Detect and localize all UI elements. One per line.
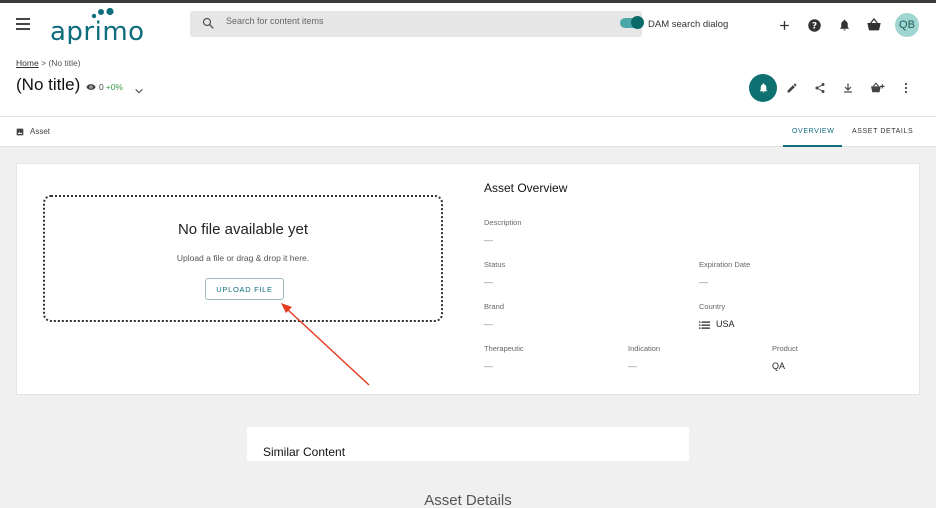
file-dropzone[interactable]: No file available yet Upload a file or d… — [43, 195, 443, 322]
svg-text:?: ? — [811, 21, 816, 31]
toggle-knob — [631, 16, 644, 29]
dropzone-subtitle: Upload a file or drag & drop it here. — [176, 253, 310, 263]
upload-file-button[interactable]: UPLOAD FILE — [205, 278, 284, 300]
tab-asset-details[interactable]: ASSET DETAILS — [852, 128, 913, 135]
expiration-date-value: — — [699, 277, 708, 287]
list-icon — [699, 321, 710, 329]
indication-label: Indication — [628, 344, 661, 353]
breadcrumb: Home > (No title) — [16, 58, 81, 68]
views-change: +0% — [105, 82, 123, 92]
breadcrumb-home-link[interactable]: Home — [16, 58, 39, 68]
breadcrumb-separator: > — [41, 58, 47, 68]
eye-icon — [86, 84, 96, 90]
more-vertical-icon[interactable] — [899, 81, 913, 95]
hamburger-menu-icon[interactable] — [16, 18, 30, 30]
indication-value: — — [628, 361, 637, 371]
dropzone-title: No file available yet — [177, 221, 309, 238]
add-to-basket-icon[interactable] — [869, 81, 885, 95]
chevron-down-icon[interactable] — [134, 82, 144, 100]
basket-icon[interactable] — [866, 17, 882, 33]
brand-label: Brand — [484, 302, 505, 311]
download-icon[interactable] — [841, 81, 855, 95]
country-value-wrap: USA — [699, 319, 735, 329]
status-value: — — [484, 277, 493, 287]
asset-type-text: Asset — [30, 127, 51, 136]
help-icon[interactable]: ? — [806, 17, 822, 33]
views-stat: 0 +0% — [86, 82, 123, 92]
dam-search-toggle-label: DAM search dialog — [648, 19, 729, 30]
therapeutic-value: — — [484, 361, 493, 371]
dam-search-toggle[interactable] — [620, 16, 644, 29]
similar-content-title: Similar Content — [263, 445, 346, 459]
top-bar: aprimo DAM search dialog ? QB — [0, 0, 936, 47]
image-icon — [16, 128, 24, 135]
aprimo-logo[interactable]: aprimo — [50, 7, 144, 47]
description-label: Description — [484, 218, 522, 227]
description-value: — — [484, 235, 493, 245]
asset-overview-title: Asset Overview — [484, 181, 568, 195]
user-avatar[interactable]: QB — [895, 13, 919, 37]
brand-value: — — [484, 319, 493, 329]
plus-icon[interactable] — [776, 17, 792, 33]
asset-details-title: Asset Details — [424, 492, 512, 508]
subscribe-bell-button[interactable] — [749, 74, 777, 102]
page-header: Home > (No title) (No title) 0 +0% — [0, 44, 936, 116]
breadcrumb-current: (No title) — [48, 58, 81, 68]
bell-icon — [759, 83, 767, 93]
tab-overview[interactable]: OVERVIEW — [792, 128, 834, 135]
country-label: Country — [699, 302, 726, 311]
asset-overview-card: No file available yet Upload a file or d… — [16, 163, 920, 395]
edit-icon[interactable] — [785, 81, 799, 95]
asset-type-label: Asset — [16, 127, 50, 136]
asset-tabs-row: Asset OVERVIEW ASSET DETAILS — [0, 116, 936, 147]
expiration-date-label: Expiration Date — [699, 260, 751, 269]
country-value: USA — [716, 319, 735, 329]
active-tab-indicator — [783, 145, 842, 147]
page-title: (No title) — [16, 75, 81, 94]
status-label: Status — [484, 260, 506, 269]
search-icon — [202, 17, 214, 29]
search-input[interactable] — [226, 16, 606, 26]
share-icon[interactable] — [813, 81, 827, 95]
product-value: QA — [772, 361, 786, 371]
therapeutic-label: Therapeutic — [484, 344, 524, 353]
similar-content-panel: Similar Content — [247, 427, 689, 461]
bell-icon[interactable] — [836, 17, 852, 33]
views-count: 0 — [99, 82, 104, 92]
search-bar[interactable] — [190, 11, 642, 37]
product-label: Product — [772, 344, 798, 353]
logo-text: aprimo — [50, 17, 145, 47]
